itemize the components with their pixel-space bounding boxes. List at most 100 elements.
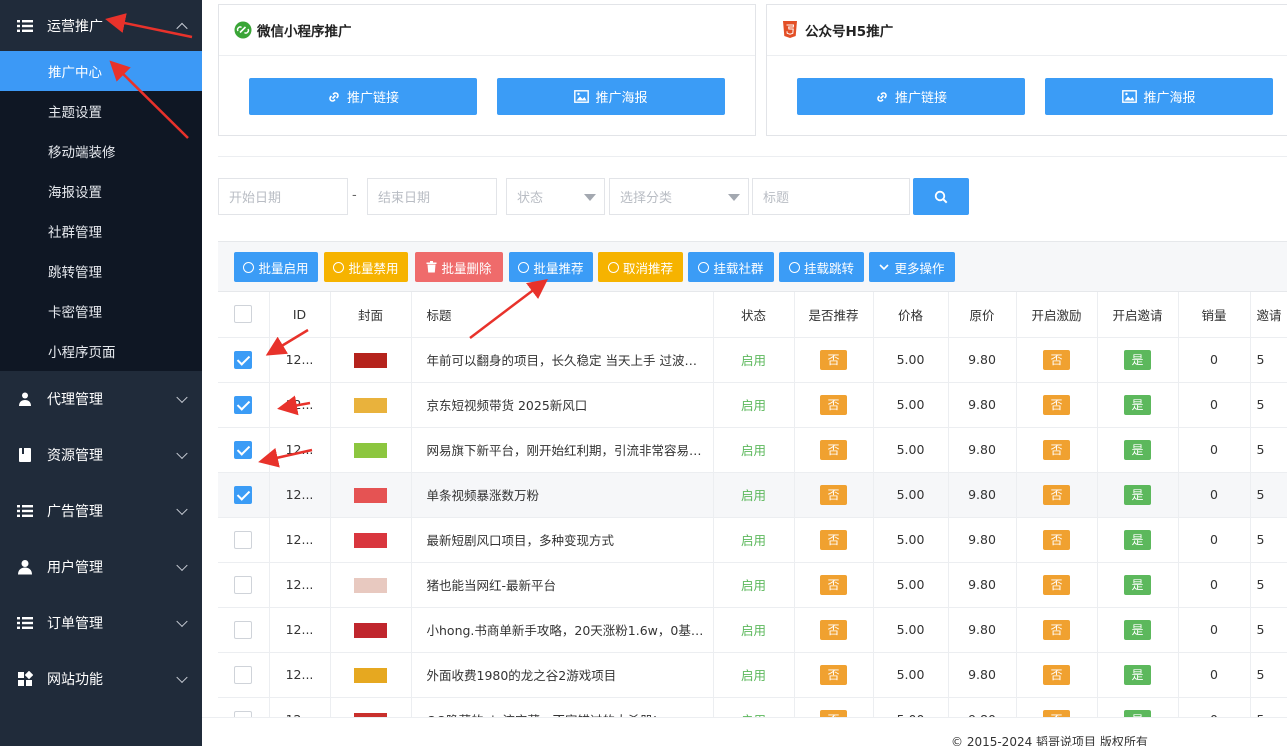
table-row[interactable]: 12... 小hong.书商单新手攻略，20天涨粉1.6w，0基础… 启用 否 5.00… bbox=[218, 607, 1287, 653]
cell-status[interactable]: 启用 bbox=[713, 517, 795, 563]
recommended-badge[interactable]: 否 bbox=[820, 574, 847, 595]
cell-status[interactable]: 启用 bbox=[713, 562, 795, 608]
incentive-badge[interactable]: 否 bbox=[1043, 574, 1070, 595]
cell-status[interactable]: 启用 bbox=[713, 472, 795, 518]
sidebar-item-theme[interactable]: 主题设置 bbox=[0, 91, 202, 131]
row-select-cell[interactable] bbox=[218, 562, 270, 608]
mount-jump-button[interactable]: 挂载跳转 bbox=[779, 252, 864, 282]
h5-promo-poster-button[interactable]: 推广海报 bbox=[1045, 78, 1273, 115]
row-checkbox[interactable] bbox=[234, 575, 253, 594]
row-select-cell[interactable] bbox=[218, 427, 270, 473]
card-title: 公众号H5推广 bbox=[805, 24, 894, 40]
cell-status[interactable]: 启用 bbox=[713, 382, 795, 428]
wechat-promo-link-button[interactable]: 推广链接 bbox=[249, 78, 477, 115]
search-button[interactable] bbox=[913, 178, 969, 215]
cell-status[interactable]: 启用 bbox=[713, 427, 795, 473]
sidebar-item-poster[interactable]: 海报设置 bbox=[0, 171, 202, 211]
wechat-promo-poster-button[interactable]: 推广海报 bbox=[497, 78, 725, 115]
sidebar-group-ads[interactable]: 广告管理 bbox=[0, 483, 202, 539]
row-select-cell[interactable] bbox=[218, 337, 270, 383]
row-checkbox[interactable] bbox=[234, 530, 253, 549]
batch-recommend-button[interactable]: 批量推荐 bbox=[509, 252, 593, 282]
end-date-input[interactable]: 结束日期 bbox=[367, 178, 497, 215]
sidebar-item-jump[interactable]: 跳转管理 bbox=[0, 251, 202, 291]
incentive-badge[interactable]: 否 bbox=[1043, 349, 1070, 370]
sidebar-group-resources[interactable]: 资源管理 bbox=[0, 427, 202, 483]
row-select-cell[interactable] bbox=[218, 652, 270, 698]
row-checkbox[interactable] bbox=[234, 350, 253, 369]
sidebar-group-agents[interactable]: 代理管理 bbox=[0, 371, 202, 427]
row-checkbox[interactable] bbox=[234, 620, 253, 639]
cell-status[interactable]: 启用 bbox=[713, 607, 795, 653]
cell-sales: 0 bbox=[1178, 517, 1251, 563]
row-checkbox[interactable] bbox=[234, 485, 253, 504]
sidebar-group-operations[interactable]: 运营推广 bbox=[0, 0, 202, 51]
table-row[interactable]: 12... 外面收费1980的龙之谷2游戏项目 启用 否 5.00 9.80 否 是 0 5 bbox=[218, 652, 1287, 698]
recommended-badge[interactable]: 否 bbox=[820, 349, 847, 370]
invite-badge[interactable]: 是 bbox=[1124, 484, 1151, 505]
row-select-cell[interactable] bbox=[218, 517, 270, 563]
incentive-badge[interactable]: 否 bbox=[1043, 529, 1070, 550]
recommended-badge[interactable]: 否 bbox=[820, 619, 847, 640]
sidebar-group-site[interactable]: 网站功能 bbox=[0, 651, 202, 707]
incentive-badge[interactable]: 否 bbox=[1043, 619, 1070, 640]
row-checkbox[interactable] bbox=[234, 395, 253, 414]
invite-badge[interactable]: 是 bbox=[1124, 619, 1151, 640]
cell-recommended: 否 bbox=[794, 337, 874, 383]
cell-extra: 5 bbox=[1250, 562, 1287, 608]
table-row[interactable]: 12... 京东短视频带货 2025新风口 启用 否 5.00 9.80 否 是 0 5 bbox=[218, 382, 1287, 428]
column-header-id[interactable]: ID bbox=[269, 292, 331, 338]
incentive-badge[interactable]: 否 bbox=[1043, 484, 1070, 505]
mount-community-button[interactable]: 挂载社群 bbox=[688, 252, 774, 282]
row-select-cell[interactable] bbox=[218, 382, 270, 428]
sidebar-item-card-key[interactable]: 卡密管理 bbox=[0, 291, 202, 331]
batch-delete-button[interactable]: 批量删除 bbox=[415, 252, 503, 282]
sidebar-item-community[interactable]: 社群管理 bbox=[0, 211, 202, 251]
h5-promo-link-button[interactable]: 推广链接 bbox=[797, 78, 1025, 115]
incentive-badge[interactable]: 否 bbox=[1043, 664, 1070, 685]
cell-status[interactable]: 启用 bbox=[713, 337, 795, 383]
batch-enable-button[interactable]: 批量启用 bbox=[234, 252, 318, 282]
invite-badge[interactable]: 是 bbox=[1124, 439, 1151, 460]
recommended-badge[interactable]: 否 bbox=[820, 394, 847, 415]
row-select-cell[interactable] bbox=[218, 472, 270, 518]
sidebar-group-users[interactable]: 用户管理 bbox=[0, 539, 202, 595]
cancel-recommend-button[interactable]: 取消推荐 bbox=[598, 252, 683, 282]
column-header-title: 标题 bbox=[411, 292, 714, 338]
row-checkbox[interactable] bbox=[234, 440, 253, 459]
start-date-input[interactable]: 开始日期 bbox=[218, 178, 348, 215]
footer: © 2015-2024 韬哥说项目 版权所有 bbox=[202, 717, 1287, 746]
row-checkbox[interactable] bbox=[234, 665, 253, 684]
table-row[interactable]: 12... 网易旗下新平台，刚开始红利期，引流非常容易… 启用 否 5.00 9.80 否 是… bbox=[218, 427, 1287, 473]
batch-disable-button[interactable]: 批量禁用 bbox=[324, 252, 408, 282]
table-row[interactable]: 12... 年前可以翻身的项目，长久稳定 当天上手 过波… 启用 否 5.00 9.80 否… bbox=[218, 337, 1287, 383]
select-all-cell[interactable] bbox=[218, 292, 270, 338]
sidebar-group-orders[interactable]: 订单管理 bbox=[0, 595, 202, 651]
table-row[interactable]: 12... 猪也能当网红-最新平台 启用 否 5.00 9.80 否 是 0 5 bbox=[218, 562, 1287, 608]
invite-badge[interactable]: 是 bbox=[1124, 574, 1151, 595]
recommended-badge[interactable]: 否 bbox=[820, 439, 847, 460]
invite-badge[interactable]: 是 bbox=[1124, 664, 1151, 685]
cell-invite: 是 bbox=[1097, 562, 1179, 608]
category-select[interactable]: 选择分类 bbox=[609, 178, 749, 215]
select-all-checkbox[interactable] bbox=[234, 305, 253, 324]
recommended-badge[interactable]: 否 bbox=[820, 529, 847, 550]
button-label: 批量禁用 bbox=[348, 260, 399, 276]
row-select-cell[interactable] bbox=[218, 607, 270, 653]
table-row[interactable]: 12... 最新短剧风口项目，多种变现方式 启用 否 5.00 9.80 否 是 0 5 bbox=[218, 517, 1287, 563]
sidebar-item-promotion-center[interactable]: 推广中心 bbox=[0, 51, 202, 91]
sidebar-item-miniprogram-pages[interactable]: 小程序页面 bbox=[0, 331, 202, 371]
invite-badge[interactable]: 是 bbox=[1124, 394, 1151, 415]
cell-status[interactable]: 启用 bbox=[713, 652, 795, 698]
invite-badge[interactable]: 是 bbox=[1124, 529, 1151, 550]
status-select[interactable]: 状态 bbox=[506, 178, 605, 215]
recommended-badge[interactable]: 否 bbox=[820, 664, 847, 685]
title-input[interactable]: 标题 bbox=[752, 178, 910, 215]
sidebar-item-mobile-decor[interactable]: 移动端装修 bbox=[0, 131, 202, 171]
recommended-badge[interactable]: 否 bbox=[820, 484, 847, 505]
incentive-badge[interactable]: 否 bbox=[1043, 439, 1070, 460]
more-actions-button[interactable]: 更多操作 bbox=[869, 252, 955, 282]
table-row[interactable]: 12... 单条视频暴涨数万粉 启用 否 5.00 9.80 否 是 0 5 bbox=[218, 472, 1287, 518]
invite-badge[interactable]: 是 bbox=[1124, 349, 1151, 370]
incentive-badge[interactable]: 否 bbox=[1043, 394, 1070, 415]
